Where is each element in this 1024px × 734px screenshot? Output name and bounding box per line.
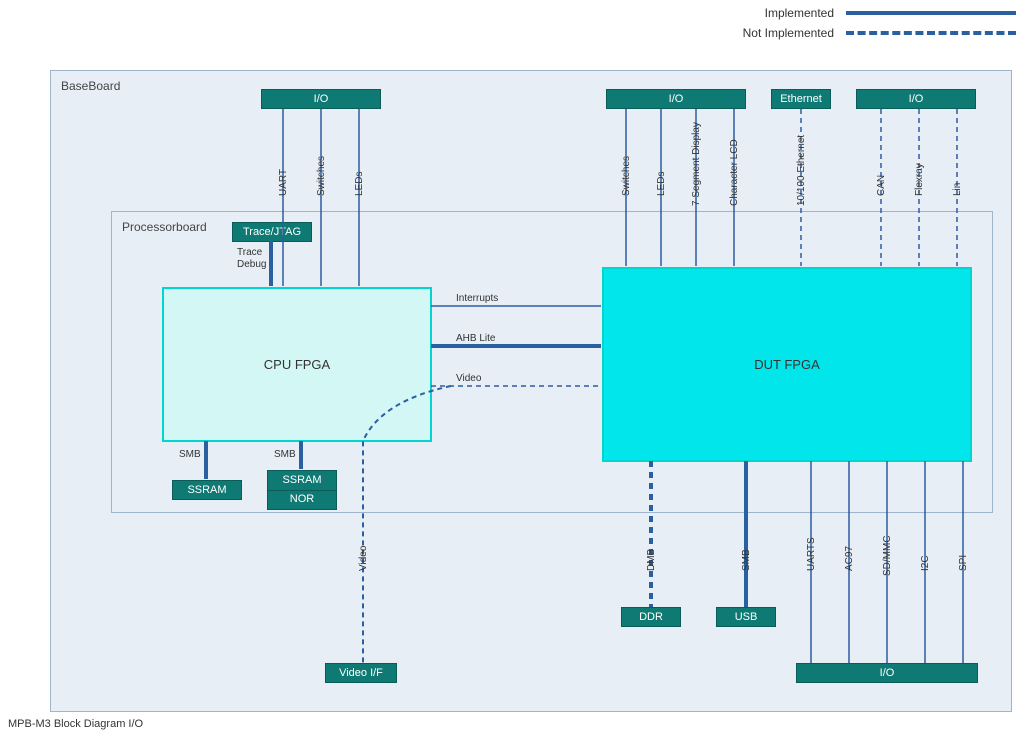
figure-caption: MPB-M3 Block Diagram I/O xyxy=(8,718,143,730)
label-ahblite: AHB Lite xyxy=(456,333,495,344)
label-interrupts: Interrupts xyxy=(456,293,498,304)
wires-layer xyxy=(51,71,1011,711)
label-dmb: DMB xyxy=(646,549,657,571)
label-video: Video xyxy=(456,373,481,384)
label-switches: Switches xyxy=(316,156,327,196)
label-smb1: SMB xyxy=(179,449,201,460)
legend-implemented: Implemented xyxy=(714,6,1016,20)
label-spi: SPI xyxy=(958,555,969,571)
label-smb3: SMB xyxy=(741,549,752,571)
label-leds2: LEDs xyxy=(656,172,667,196)
label-uart: UART xyxy=(278,169,289,196)
label-trace: Trace xyxy=(237,247,262,258)
label-charlcd: Character LCD xyxy=(729,139,740,206)
legend-line-dashed xyxy=(846,31,1016,35)
label-leds: LEDs xyxy=(354,172,365,196)
baseboard-container: BaseBoard I/O I/O Ethernet I/O Video I/F… xyxy=(50,70,1012,712)
label-flexray: Flexray xyxy=(914,163,925,196)
label-debug: Debug xyxy=(237,259,266,270)
label-can: CAN xyxy=(876,175,887,196)
label-sdmmc: SD/MMC xyxy=(882,535,893,576)
label-seg7: 7 Segment Display xyxy=(691,122,702,206)
legend-not-implemented: Not Implemented xyxy=(714,26,1016,40)
legend: Implemented Not Implemented xyxy=(714,6,1016,40)
legend-label-impl: Implemented xyxy=(714,6,834,20)
label-ac97: AC97 xyxy=(844,546,855,571)
label-i2c: I2C xyxy=(920,555,931,571)
label-lin: Lin xyxy=(952,183,963,196)
label-switches2: Switches xyxy=(621,156,632,196)
label-video-down: Video xyxy=(358,546,369,571)
label-uarts: UARTS xyxy=(806,537,817,571)
label-smb2: SMB xyxy=(274,449,296,460)
legend-label-notimpl: Not Implemented xyxy=(714,26,834,40)
legend-line-solid xyxy=(846,11,1016,15)
label-eth10100: 10/100 Ethernet xyxy=(796,135,807,206)
